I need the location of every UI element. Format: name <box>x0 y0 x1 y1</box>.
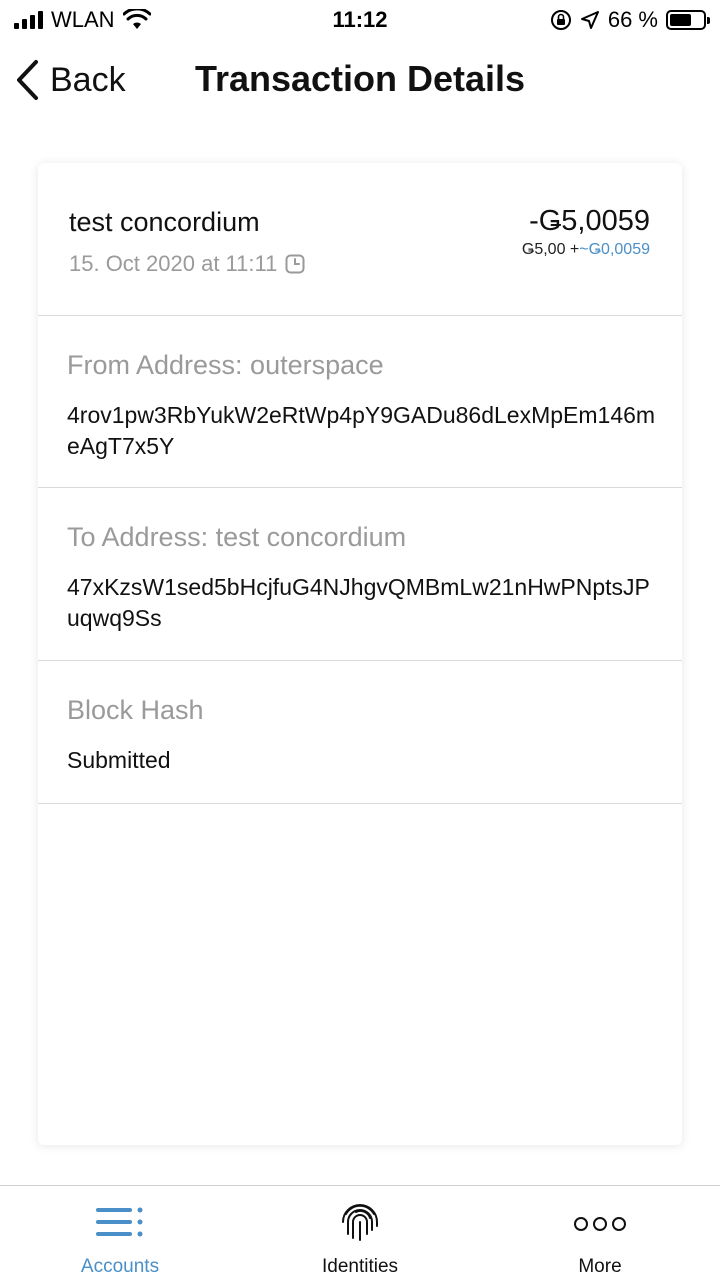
carrier-label: WLAN <box>51 7 115 32</box>
status-right: 66 % <box>550 7 710 33</box>
transaction-name: test concordium <box>69 207 260 237</box>
from-address-label: From Address: outerspace <box>67 350 384 380</box>
nav-bar: Back Transaction Details <box>0 48 720 112</box>
status-bar: WLAN 11:12 66 % <box>0 0 720 40</box>
transaction-subtotal: Ǥ5,00 + <box>521 241 580 258</box>
to-address-value[interactable]: 47xKzsW1sed5bHcjfuG4NJhgvQMBmLw21nHwPNpt… <box>67 572 657 634</box>
transaction-date: 15. Oct 2020 at 11:11 <box>69 251 278 276</box>
accounts-icon <box>96 1207 143 1237</box>
chevron-left-icon <box>17 60 38 100</box>
block-hash-value: Submitted <box>67 747 171 773</box>
to-address-section: To Address: test concordium 47xKzsW1sed5… <box>38 488 682 661</box>
fingerprint-icon <box>342 1204 378 1241</box>
wifi-icon <box>122 9 151 29</box>
block-hash-label: Block Hash <box>67 695 204 725</box>
status-left: WLAN <box>14 7 151 33</box>
tab-identities[interactable]: Identities <box>240 1186 480 1280</box>
screen: WLAN 11:12 66 % Back Transaction Details… <box>0 0 720 1280</box>
back-button[interactable]: Back <box>14 56 126 104</box>
tab-accounts-label: Accounts <box>80 1256 160 1277</box>
battery-icon <box>666 10 710 30</box>
transaction-amount: -Ǥ5,0059 <box>529 205 650 237</box>
tab-bar: Accounts Identities More <box>0 1185 720 1280</box>
from-address-value[interactable]: 4rov1pw3RbYukW2eRtWp4pY9GADu86dLexMpEm14… <box>67 400 657 462</box>
transaction-card: test concordium 15. Oct 2020 at 11:11 -Ǥ… <box>38 163 682 1145</box>
more-icon <box>574 1217 626 1231</box>
tab-accounts[interactable]: Accounts <box>0 1186 240 1280</box>
orientation-lock-icon <box>550 10 571 30</box>
transaction-date-row: 15. Oct 2020 at 11:11 <box>69 251 305 277</box>
from-address-section: From Address: outerspace 4rov1pw3RbYukW2… <box>38 316 682 488</box>
back-label: Back <box>50 60 126 99</box>
transaction-fee: ~Ǥ0,0059 <box>579 241 650 258</box>
battery-percent: 66 % <box>607 7 658 32</box>
to-address-label: To Address: test concordium <box>67 522 407 552</box>
tab-identities-label: Identities <box>321 1256 399 1277</box>
clock-icon <box>285 254 305 274</box>
signal-icon <box>14 11 43 29</box>
location-icon <box>580 11 599 29</box>
tab-more[interactable]: More <box>480 1186 720 1280</box>
tab-more-label: More <box>578 1256 622 1277</box>
block-hash-section: Block Hash Submitted <box>38 661 682 804</box>
transaction-summary: test concordium 15. Oct 2020 at 11:11 -Ǥ… <box>38 163 682 316</box>
transaction-breakdown: Ǥ5,00 +~Ǥ0,0059 <box>522 241 650 259</box>
